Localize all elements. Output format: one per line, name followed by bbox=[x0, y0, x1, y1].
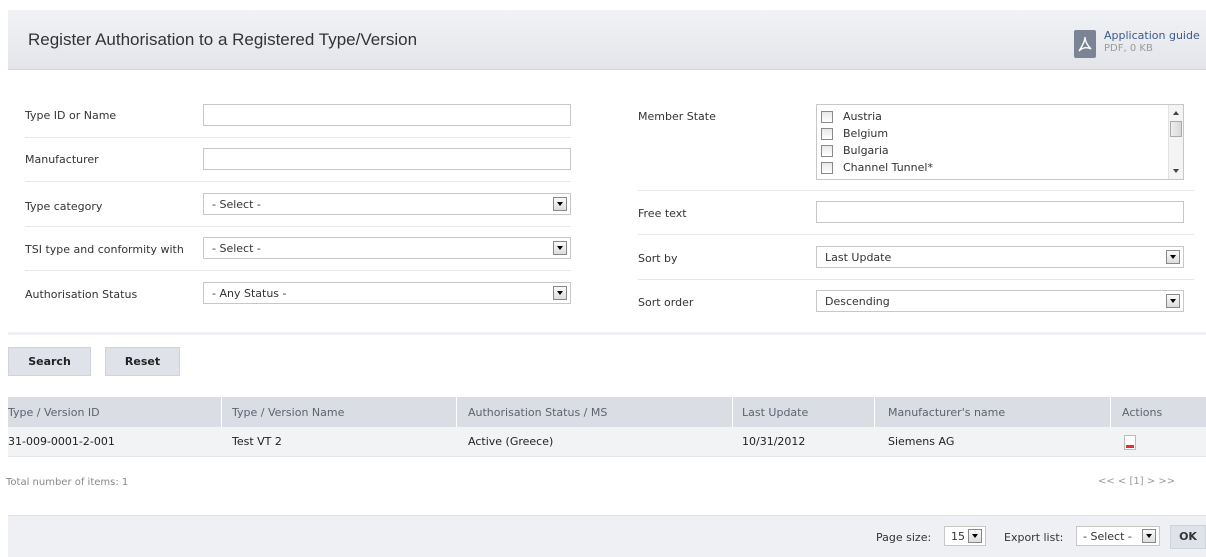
column-divider bbox=[732, 397, 733, 427]
search-button[interactable]: Search bbox=[8, 347, 91, 376]
cell-manufacturer: Siemens AG bbox=[888, 435, 955, 448]
chevron-down-icon[interactable] bbox=[1166, 294, 1180, 308]
sort-by-label: Sort by bbox=[638, 252, 678, 265]
pdf-document-icon[interactable] bbox=[1124, 435, 1136, 450]
cell-last-update: 10/31/2012 bbox=[742, 435, 806, 448]
separator bbox=[638, 279, 1194, 280]
cell-type-id: 31-009-0001-2-001 bbox=[8, 435, 115, 448]
page-size-value: 15 bbox=[951, 530, 965, 543]
chevron-down-icon[interactable] bbox=[1142, 529, 1156, 543]
checkbox[interactable] bbox=[821, 128, 833, 140]
col-header-auth-status[interactable]: Authorisation Status / MS bbox=[468, 406, 607, 419]
type-category-value: - Select - bbox=[212, 198, 261, 211]
col-header-actions: Actions bbox=[1122, 406, 1163, 419]
separator bbox=[25, 270, 571, 271]
manufacturer-input[interactable] bbox=[203, 148, 571, 170]
results-table-header: Type / Version ID Type / Version Name Au… bbox=[8, 397, 1206, 427]
cell-type-name: Test VT 2 bbox=[232, 435, 282, 448]
member-state-name: Austria bbox=[843, 110, 882, 123]
sort-by-value: Last Update bbox=[825, 251, 892, 264]
separator bbox=[638, 190, 1194, 191]
type-category-select[interactable]: - Select - bbox=[203, 193, 571, 215]
col-header-type-id[interactable]: Type / Version ID bbox=[8, 406, 100, 419]
ok-button[interactable]: OK bbox=[1170, 525, 1206, 549]
tsi-type-label: TSI type and conformity with bbox=[25, 243, 184, 256]
tsi-type-value: - Select - bbox=[212, 242, 261, 255]
grid-footer: Page size: 15 Export list: - Select - OK bbox=[8, 515, 1206, 557]
pagination[interactable]: << < [1] > >> bbox=[1098, 476, 1175, 487]
type-id-input[interactable] bbox=[203, 104, 571, 126]
page-size-select[interactable]: 15 bbox=[944, 526, 986, 546]
sort-order-value: Descending bbox=[825, 295, 890, 308]
section-divider bbox=[8, 332, 1206, 335]
table-row[interactable]: 31-009-0001-2-001 Test VT 2 Active (Gree… bbox=[8, 427, 1206, 457]
checkbox[interactable] bbox=[821, 111, 833, 123]
free-text-input[interactable] bbox=[816, 201, 1184, 223]
manufacturer-label: Manufacturer bbox=[25, 153, 99, 166]
reset-button[interactable]: Reset bbox=[105, 347, 180, 376]
tsi-type-select[interactable]: - Select - bbox=[203, 237, 571, 259]
chevron-down-icon[interactable] bbox=[553, 197, 567, 211]
member-state-label: Member State bbox=[638, 110, 716, 123]
col-header-manufacturer[interactable]: Manufacturer's name bbox=[888, 406, 1005, 419]
member-state-name: Channel Tunnel* bbox=[843, 161, 933, 174]
member-state-scrollbar[interactable] bbox=[1168, 105, 1183, 179]
member-state-name: Belgium bbox=[843, 127, 889, 140]
sort-order-label: Sort order bbox=[638, 296, 694, 309]
page-title: Register Authorisation to a Registered T… bbox=[28, 30, 418, 49]
separator bbox=[25, 181, 571, 182]
export-list-label: Export list: bbox=[1004, 531, 1064, 544]
guide-meta: PDF, 0 KB bbox=[1104, 43, 1153, 54]
member-state-list[interactable]: Austria Belgium Bulgaria Channel Tunnel* bbox=[816, 104, 1184, 180]
auth-status-value: - Any Status - bbox=[212, 287, 287, 300]
column-divider bbox=[456, 397, 457, 427]
sort-order-select[interactable]: Descending bbox=[816, 290, 1184, 312]
col-header-type-name[interactable]: Type / Version Name bbox=[232, 406, 344, 419]
separator bbox=[638, 234, 1194, 235]
pdf-icon bbox=[1074, 30, 1096, 58]
auth-status-label: Authorisation Status bbox=[25, 288, 138, 301]
auth-status-select[interactable]: - Any Status - bbox=[203, 282, 571, 304]
scroll-up-icon[interactable] bbox=[1173, 111, 1179, 115]
scroll-thumb[interactable] bbox=[1170, 121, 1182, 137]
type-id-label: Type ID or Name bbox=[25, 109, 117, 122]
chevron-down-icon[interactable] bbox=[1166, 250, 1180, 264]
sort-by-select[interactable]: Last Update bbox=[816, 246, 1184, 268]
col-header-last-update[interactable]: Last Update bbox=[742, 406, 808, 419]
separator bbox=[25, 137, 571, 138]
cell-auth-status: Active (Greece) bbox=[468, 435, 554, 448]
checkbox[interactable] bbox=[821, 145, 833, 157]
scroll-down-icon[interactable] bbox=[1173, 169, 1179, 173]
column-divider bbox=[1110, 397, 1111, 427]
checkbox[interactable] bbox=[821, 162, 833, 174]
export-list-value: - Select - bbox=[1083, 530, 1132, 543]
total-items: Total number of items: 1 bbox=[6, 477, 129, 488]
page-header: Register Authorisation to a Registered T… bbox=[8, 10, 1206, 70]
chevron-down-icon[interactable] bbox=[968, 529, 982, 543]
column-divider bbox=[221, 397, 222, 427]
free-text-label: Free text bbox=[638, 207, 687, 220]
page-size-label: Page size: bbox=[876, 531, 932, 544]
type-category-label: Type category bbox=[25, 200, 103, 213]
chevron-down-icon[interactable] bbox=[553, 286, 567, 300]
column-divider bbox=[874, 397, 875, 427]
guide-title[interactable]: Application guide bbox=[1104, 29, 1200, 42]
separator bbox=[25, 226, 571, 227]
chevron-down-icon[interactable] bbox=[553, 241, 567, 255]
member-state-name: Bulgaria bbox=[843, 144, 889, 157]
export-list-select[interactable]: - Select - bbox=[1076, 526, 1160, 546]
